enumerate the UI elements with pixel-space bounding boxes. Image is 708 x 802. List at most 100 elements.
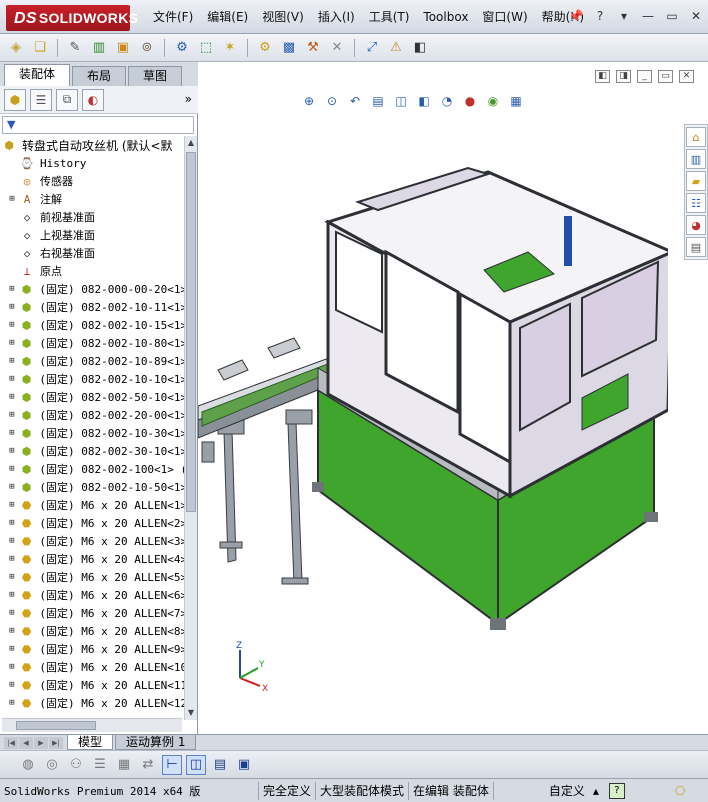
chevron-down-icon[interactable]: ▾ [616,8,632,24]
restore-button[interactable]: ▭ [664,8,680,24]
tree-item-component[interactable]: ⊞ ⬣ (固定) M6 x 20 ALLEN<7> [0,604,184,622]
smart-fastener-icon[interactable]: ▩ [279,38,299,58]
shaded-with-edges-icon[interactable]: ◫ [186,754,206,775]
next-tab-icon[interactable]: ▶ [34,736,48,749]
expand-icon[interactable]: ⊞ [6,446,18,456]
scroll-up-arrow-icon[interactable]: ▲ [185,136,197,150]
expand-icon[interactable]: ⊞ [6,374,18,384]
tree-item-component[interactable]: ⊞ ⬣ (固定) M6 x 20 ALLEN<10 [0,658,184,676]
scroll-down-arrow-icon[interactable]: ▼ [185,706,197,720]
help-icon[interactable]: ? [592,8,608,24]
assembly-icon[interactable]: ▣ [113,38,133,58]
edit-appearance-icon[interactable]: ● [461,92,479,110]
unit-system[interactable]: 自定义 [545,782,589,799]
first-tab-icon[interactable]: |◀ [4,736,18,749]
expand-icon[interactable]: ⊞ [6,428,18,438]
menu-insert[interactable]: 插入(I) [311,0,362,34]
tree-root-assembly[interactable]: ⬢ 转盘式自动攻丝机 (默认<默 [0,136,184,154]
tree-item-component[interactable]: ⊞ ⬣ (固定) M6 x 20 ALLEN<3> [0,532,184,550]
new-part-icon[interactable]: ◈ [6,38,26,58]
tree-item-feature[interactable]: ⌚ History [0,154,184,172]
previous-view-icon[interactable]: ↶ [346,92,364,110]
tree-item-component[interactable]: ⊞ ⬢ (固定) 082-002-10-89<1> [0,352,184,370]
component-icon[interactable]: ▥ [89,38,109,58]
swap-icon[interactable]: ⇄ [138,755,158,775]
tab-motion-study[interactable]: 运动算例 1 [115,735,197,750]
tree-item-component[interactable]: ⊞ ⬣ (固定) M6 x 20 ALLEN<8> [0,622,184,640]
section-view-icon[interactable]: ▤ [369,92,387,110]
rebuild-icon[interactable]: ⤢ [362,38,382,58]
tree-item-component[interactable]: ⊞ ⬣ (固定) M6 x 20 ALLEN<1> [0,496,184,514]
expand-icon[interactable]: ⊞ [6,626,18,636]
expand-icon[interactable]: ⊞ [6,464,18,474]
chevron-up-icon[interactable]: ▴ [589,784,603,798]
expand-icon[interactable]: ⊞ [6,356,18,366]
close-button[interactable]: ✕ [688,8,704,24]
feature-tree-icon[interactable]: ⬢ [4,88,26,111]
sensor-icon[interactable]: ◧ [410,38,430,58]
viewport-minimize-button[interactable]: _ [637,70,652,83]
paperclip-icon[interactable]: ✎ [65,38,85,58]
view-palette-icon[interactable]: ☷ [686,193,706,213]
expand-icon[interactable]: ⊞ [6,698,18,708]
tree-item-component[interactable]: ⊞ ⬢ (固定) 082-002-10-80<1> [0,334,184,352]
expand-icon[interactable]: ⊞ [6,392,18,402]
pattern-icon[interactable]: ⚙ [172,38,192,58]
help-icon[interactable]: ? [608,782,625,799]
property-manager-icon[interactable]: ☰ [30,88,52,111]
scroll-thumb[interactable] [16,721,96,730]
rebuild-tag-icon[interactable]: ⎔ [671,784,689,798]
tab-layout[interactable]: 布局 [72,66,127,86]
tab-assembly[interactable]: 装配体 [4,64,71,86]
scroll-thumb[interactable] [186,152,196,512]
expand-icon[interactable]: ⊞ [6,302,18,312]
tree-item-component[interactable]: ⊞ ⬣ (固定) M6 x 20 ALLEN<4> [0,550,184,568]
sketch-icon[interactable]: ⚙ [255,38,275,58]
zoom-to-area-icon[interactable]: ⊙ [323,92,341,110]
display-manager-icon[interactable]: ◐ [82,88,104,111]
custom-properties-icon[interactable]: ▤ [686,237,706,257]
tree-item-component[interactable]: ⊞ ⬢ (固定) 082-002-10-50<1> [0,478,184,496]
solidworks-logo[interactable]: DS SOLIDWORKS [6,5,138,31]
expand-icon[interactable]: ⊞ [6,662,18,672]
expand-icon[interactable]: ⊞ [6,410,18,420]
split-view-icon[interactable]: ◧ [595,70,610,83]
tree-item-component[interactable]: ⊞ ⬣ (固定) M6 x 20 ALLEN<11 [0,676,184,694]
wireframe-icon[interactable]: ▦ [114,755,134,775]
expand-icon[interactable]: ⊞ [6,554,18,564]
tree-item-component[interactable]: ⊞ ⬢ (固定) 082-002-10-11<1> [0,298,184,316]
menu-view[interactable]: 视图(V) [255,0,311,34]
list-icon[interactable]: ☰ [90,755,110,775]
menu-file[interactable]: 文件(F) [146,0,200,34]
draft-quality-icon[interactable]: ⚇ [66,755,86,775]
expand-icon[interactable]: ⊞ [6,320,18,330]
table-icon[interactable]: ▤ [210,755,230,775]
design-library-icon[interactable]: ▥ [686,149,706,169]
axis-view-icon[interactable]: ⊢ [162,754,182,775]
tree-item-feature[interactable]: ◇ 右视基准面 [0,244,184,262]
prev-tab-icon[interactable]: ◀ [19,736,33,749]
hidden-lines-icon[interactable]: ◎ [42,755,62,775]
tab-sketch[interactable]: 草图 [128,66,183,86]
last-tab-icon[interactable]: ▶| [49,736,63,749]
tree-vertical-scrollbar[interactable]: ▲ ▼ [184,136,197,720]
reference-icon[interactable]: ✕ [327,38,347,58]
tree-horizontal-scrollbar[interactable] [2,718,182,732]
tree-item-component[interactable]: ⊞ ⬢ (固定) 082-000-00-20<1> [0,280,184,298]
tree-item-component[interactable]: ⊞ ⬣ (固定) M6 x 20 ALLEN<6> [0,586,184,604]
menu-window[interactable]: 窗口(W) [475,0,534,34]
save-view-icon[interactable]: ▣ [234,755,254,775]
measure-icon[interactable]: ⚒ [303,38,323,58]
expand-icon[interactable]: ⊞ [6,572,18,582]
configuration-manager-icon[interactable]: ⧉ [56,88,78,111]
expand-icon[interactable]: ⊞ [6,284,18,294]
hide-show-items-icon[interactable]: ◔ [438,92,456,110]
minimize-button[interactable]: — [640,8,656,24]
appearances-icon[interactable]: ◕ [686,215,706,235]
tree-item-feature[interactable]: ⊥ 原点 [0,262,184,280]
tree-item-component[interactable]: ⊞ ⬢ (固定) 082-002-20-00<1> [0,406,184,424]
tree-item-component[interactable]: ⊞ ⬣ (固定) M6 x 20 ALLEN<5> [0,568,184,586]
tree-item-component[interactable]: ⊞ ⬣ (固定) M6 x 20 ALLEN<2> [0,514,184,532]
tree-item-component[interactable]: ⊞ ⬢ (固定) 082-002-10-30<1> [0,424,184,442]
move-icon[interactable]: ⬚ [196,38,216,58]
